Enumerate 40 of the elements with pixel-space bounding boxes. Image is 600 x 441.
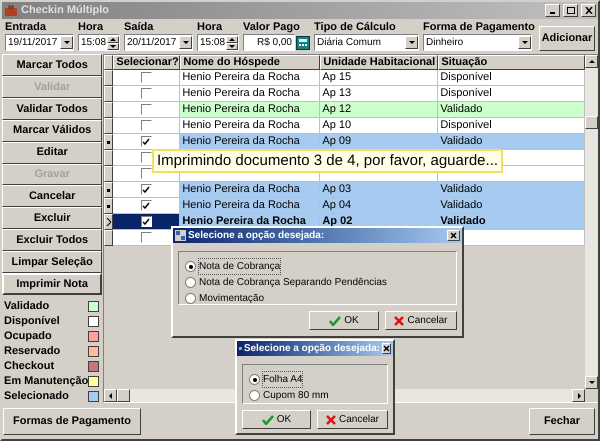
field-label: Entrada [5, 20, 47, 34]
table-cell: Validado [438, 198, 586, 214]
table-cell: Henio Pereira da Rocha [180, 182, 320, 198]
field-label: Valor Pago [243, 20, 301, 34]
legend-label: Em Manutenção [4, 374, 88, 390]
legend-label: Selecionado [4, 389, 69, 404]
legend-label: Checkout [4, 359, 54, 374]
table-cell: Validado [438, 134, 586, 150]
table-cell: Validado [438, 102, 586, 118]
table-cell: Validado [438, 214, 586, 230]
table-cell: Disponível [438, 70, 586, 86]
legend-label: Reservado [4, 344, 60, 360]
table-cell: Ap 09 [320, 134, 438, 150]
legend-label: Ocupado [4, 329, 52, 344]
field-label: Tipo de Cálculo [314, 20, 397, 34]
table-cell: Henio Pereira da Rocha [180, 198, 320, 214]
table-cell: Ap 12 [320, 102, 438, 118]
field-label: Hora [197, 20, 224, 34]
field-label: Forma de Pagamento [423, 20, 535, 34]
table-cell: Henio Pereira da Rocha [180, 102, 320, 118]
table-cell: Ap 04 [320, 198, 438, 214]
table-cell: Henio Pereira da Rocha [180, 86, 320, 102]
table-cell: Henio Pereira da Rocha [180, 134, 320, 150]
table-cell: Ap 10 [320, 118, 438, 134]
table-cell: Henio Pereira da Rocha [180, 70, 320, 86]
table-cell: Validado [438, 182, 586, 198]
legend-label: Validado [4, 299, 50, 314]
table-cell: Ap 13 [320, 86, 438, 102]
dialog-title: Selecione a opção desejada: [244, 342, 380, 356]
progress-tooltip: Imprimindo documento 3 de 4, por favor, aguarde... [152, 149, 504, 173]
field-label: Saída [124, 20, 154, 34]
table-cell: Henio Pereira da Rocha [180, 118, 320, 134]
table-cell: Disponível [438, 118, 586, 134]
legend-label: Disponível [4, 314, 60, 330]
dialog-title: Selecione a opção desejada: [188, 229, 326, 243]
table-cell: Disponível [438, 86, 586, 102]
field-label: Hora [78, 20, 104, 34]
table-cell: Ap 03 [320, 182, 438, 198]
table-cell: Ap 15 [320, 70, 438, 86]
window-title: Checkin Múltiplo [21, 3, 110, 18]
